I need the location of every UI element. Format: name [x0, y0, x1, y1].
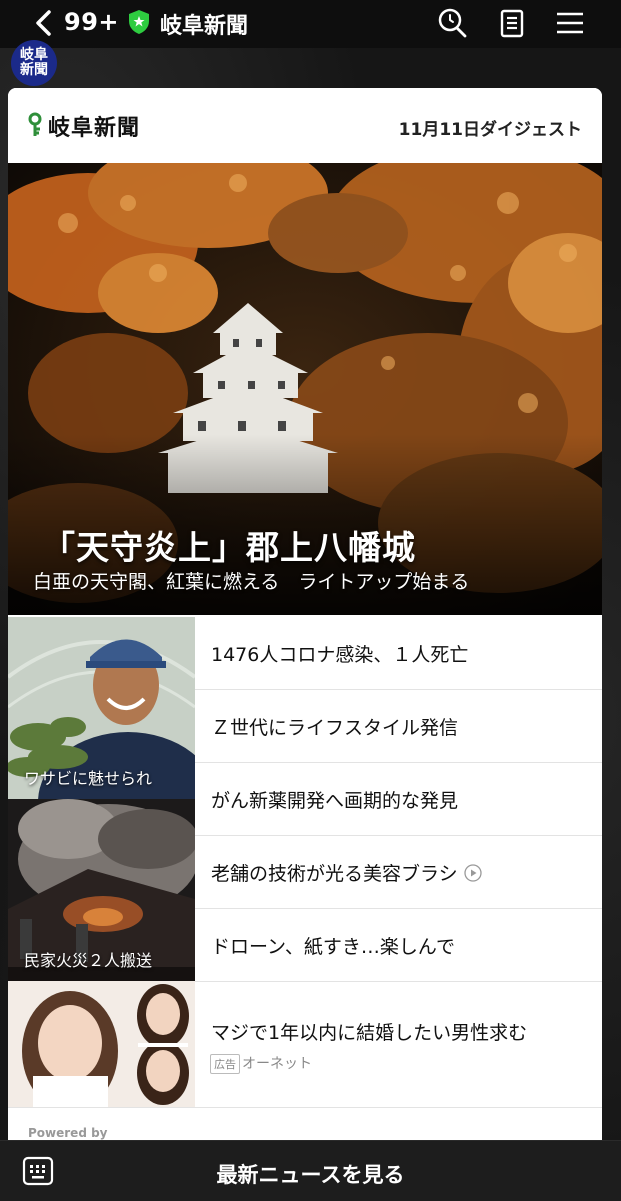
headline-item[interactable]: 1476人コロナ感染、１人死亡	[195, 617, 602, 690]
headline-item[interactable]: ドローン、紙すき…楽しんで	[195, 909, 602, 982]
notes-icon[interactable]	[496, 7, 528, 39]
search-icon[interactable]	[436, 7, 468, 39]
thumbnail-caption: 民家火災２人搬送	[24, 951, 153, 970]
bottom-bar: 最新ニュースを見る	[0, 1140, 621, 1201]
video-play-icon	[463, 863, 482, 882]
verified-shield-icon	[127, 9, 151, 35]
avatar-text: 岐阜新聞	[20, 47, 48, 78]
ad-badge: 広告	[210, 1054, 240, 1074]
ad-sponsor: オーネット	[242, 1056, 312, 1072]
brand-name: 岐阜新聞	[48, 115, 141, 141]
headline-video-row: 老舗の技術が光る美容ブラシ	[211, 859, 482, 886]
powered-by-label: Powered by	[28, 1126, 108, 1140]
ad-image	[8, 981, 195, 1107]
headline-text: ドローン、紙すき…楽しんで	[211, 935, 455, 958]
latest-news-button[interactable]: 最新ニュースを見る	[0, 1159, 621, 1189]
card-header: 岐阜新聞 11月11日ダイジェスト	[8, 88, 602, 163]
unread-count[interactable]: 99+	[64, 8, 119, 36]
hero-headline: 「天守炎上」郡上八幡城	[42, 528, 416, 567]
digest-date: 11月11日ダイジェスト	[398, 120, 582, 140]
headline-text: 1476人コロナ感染、１人死亡	[211, 643, 469, 666]
hero-subheadline: 白亜の天守閣、紅葉に燃える ライトアップ始まる	[33, 571, 470, 593]
back-chevron-icon[interactable]	[30, 8, 60, 38]
thumbnail-caption: ワサビに魅せられ	[24, 769, 153, 788]
headline-item[interactable]: Ｚ世代にライフスタイル発信	[195, 690, 602, 763]
headline-text: Ｚ世代にライフスタイル発信	[211, 716, 459, 739]
ad-title: マジで1年以内に結婚したい男性求む	[211, 1022, 528, 1044]
menu-icon[interactable]	[554, 7, 586, 39]
chat-title: 岐阜新聞	[160, 14, 249, 39]
thumbnail-article-fire[interactable]: 民家火災２人搬送	[8, 799, 195, 981]
top-bar: 99+ 岐阜新聞	[0, 0, 621, 48]
news-digest-card: 岐阜新聞 11月11日ダイジェスト 「天守炎上」郡上八幡城 白亜の天守閣、紅葉に…	[8, 88, 602, 1148]
brand-logo-icon	[28, 112, 42, 136]
headline-text: 老舗の技術が光る美容ブラシ	[211, 862, 458, 885]
headline-item[interactable]: 老舗の技術が光る美容ブラシ	[195, 836, 602, 909]
thumbnail-article-wasabi[interactable]: ワサビに魅せられ	[8, 617, 195, 799]
account-avatar[interactable]: 岐阜新聞	[11, 40, 57, 86]
headline-item[interactable]: がん新薬開発へ画期的な発見	[195, 763, 602, 836]
headline-text: がん新薬開発へ画期的な発見	[211, 789, 459, 812]
hero-article[interactable]: 「天守炎上」郡上八幡城 白亜の天守閣、紅葉に燃える ライトアップ始まる	[8, 163, 602, 615]
